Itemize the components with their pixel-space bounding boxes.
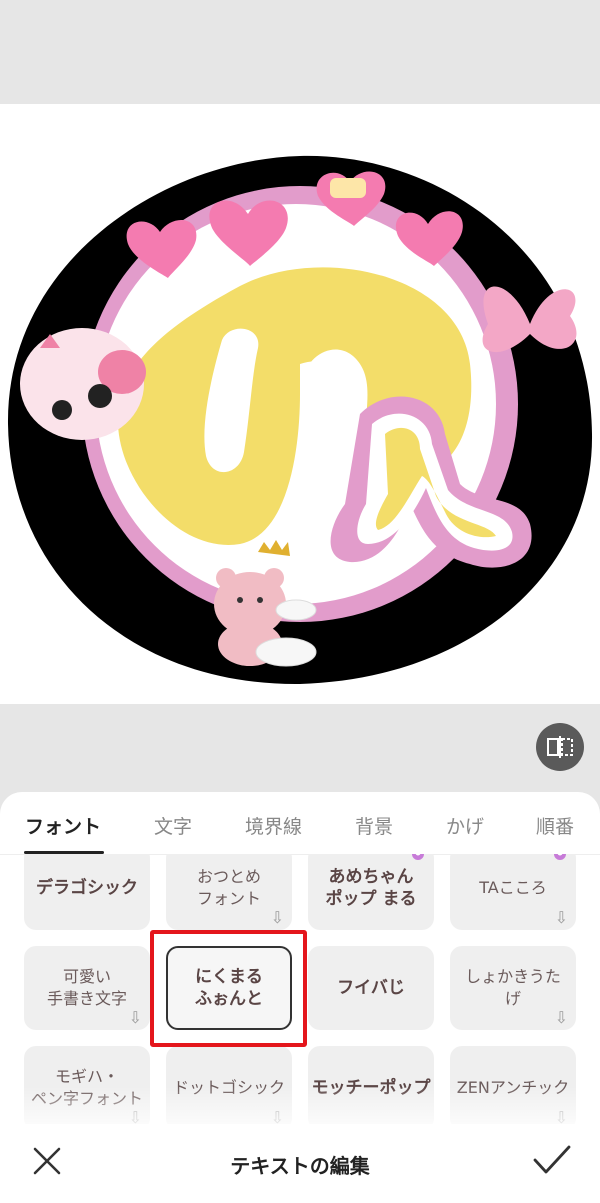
download-arrow-icon: ⇩ — [554, 908, 568, 927]
tab-text[interactable]: 文字 — [154, 812, 192, 839]
download-arrow-icon: ⇩ — [554, 1008, 568, 1027]
font-option-dela-gothic[interactable]: デラゴシック — [24, 854, 150, 930]
download-arrow-icon: ⇩ — [270, 908, 284, 927]
screen-title: テキストの編集 — [230, 1154, 370, 1178]
selection-highlight — [150, 930, 307, 1047]
font-option-amechan[interactable]: あめちゃん ポップ まる — [308, 854, 434, 930]
font-option-kawaii-tegaki[interactable]: 可愛い 手書き文字 ⇩ — [24, 946, 150, 1030]
top-toolbar-area — [0, 0, 600, 104]
download-arrow-icon: ⇩ — [128, 1108, 142, 1125]
font-option-mochii-pop[interactable]: モッチーポップ — [308, 1046, 434, 1124]
tab-background[interactable]: 背景 — [355, 812, 393, 839]
font-option-shokaki-utage[interactable]: しょかきうた げ ⇩ — [450, 946, 576, 1030]
bottom-bar: テキストの編集 — [0, 1124, 600, 1203]
font-option-mogiha-pen[interactable]: モギハ・ ペン字フォント ⇩ — [24, 1046, 150, 1124]
compare-icon — [547, 736, 573, 758]
download-arrow-icon: ⇩ — [554, 1108, 568, 1125]
premium-badge-icon — [554, 854, 566, 860]
uchiwa-design — [7, 155, 593, 685]
font-option-fuibaji[interactable]: フイバじ — [308, 946, 434, 1030]
check-icon[interactable] — [532, 1142, 572, 1178]
tab-bar: フォント 文字 境界線 背景 かげ 順番 — [0, 792, 600, 855]
premium-badge-icon — [412, 854, 424, 860]
tab-order[interactable]: 順番 — [536, 812, 574, 839]
font-option-otsutome[interactable]: おつとめ フォント ⇩ — [166, 854, 292, 930]
download-arrow-icon: ⇩ — [128, 1008, 142, 1027]
font-option-ta-kokoro[interactable]: TAこころ ⇩ — [450, 854, 576, 930]
font-option-zen-antique[interactable]: ZENアンチック ⇩ — [450, 1046, 576, 1124]
compare-button[interactable] — [536, 723, 584, 771]
download-arrow-icon: ⇩ — [270, 1108, 284, 1125]
tab-font[interactable]: フォント — [25, 812, 101, 839]
tab-shadow[interactable]: かげ — [446, 812, 484, 839]
font-option-dot-gothic[interactable]: ドットゴシック ⇩ — [166, 1046, 292, 1124]
editing-canvas[interactable] — [0, 104, 600, 704]
tab-border[interactable]: 境界線 — [245, 812, 302, 839]
